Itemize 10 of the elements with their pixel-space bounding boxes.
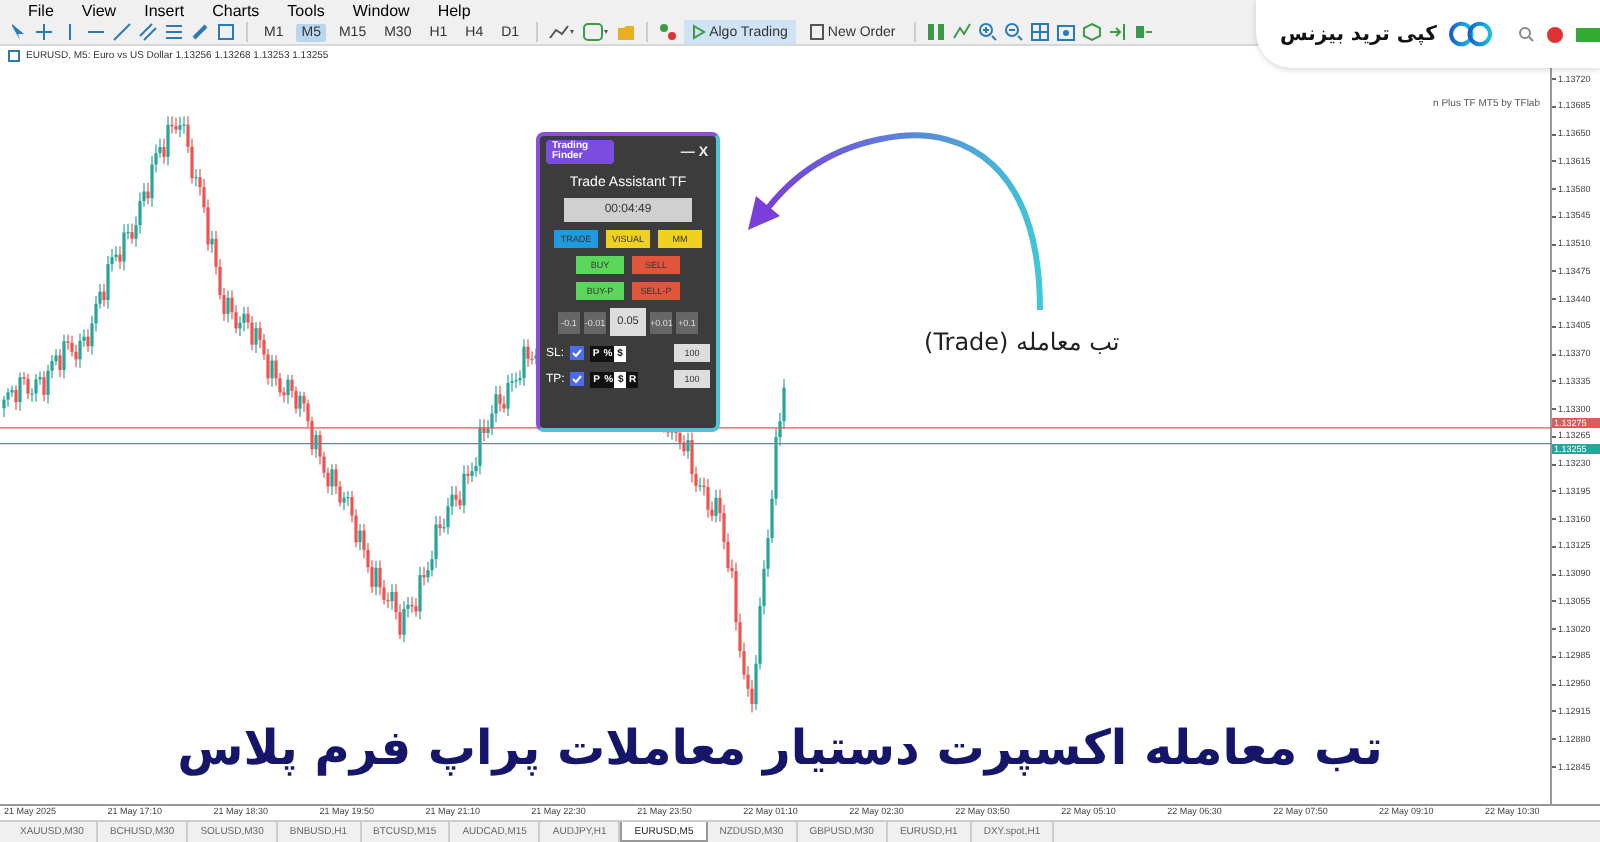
menu-item[interactable]: Insert	[144, 2, 185, 20]
banner-title: تب معامله اکسپرت دستیار معاملات پراپ فرم پلاس	[177, 720, 1383, 776]
brand-name: کپی ترید بیزنس	[1280, 23, 1437, 45]
menu-item[interactable]: View	[81, 2, 117, 20]
menu-item[interactable]: Help	[437, 2, 471, 20]
menu-item[interactable]: File	[28, 2, 54, 20]
menu-item[interactable]: Charts	[212, 2, 260, 20]
annotation-text: تب معامله (Trade)	[924, 328, 1120, 356]
menu-item[interactable]: Tools	[287, 2, 325, 20]
menu-item[interactable]: Window	[352, 2, 410, 20]
